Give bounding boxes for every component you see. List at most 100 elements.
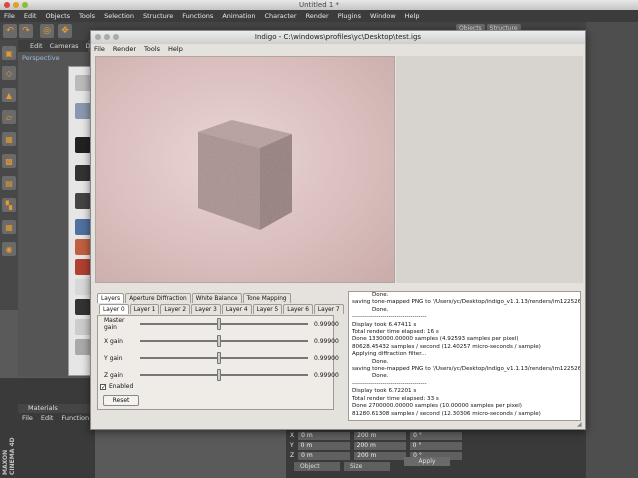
log-line: Done 2700000.00000 samples (10.00000 sam… — [352, 403, 522, 410]
size-y-field[interactable]: 200 m — [353, 441, 406, 450]
menu-help[interactable]: Help — [168, 45, 183, 53]
host-menu-character[interactable]: Character — [264, 12, 296, 20]
home-icon[interactable] — [75, 239, 91, 255]
log-line: Display took 6.72201 s — [352, 388, 417, 395]
enabled-checkbox[interactable]: ✓ — [100, 383, 106, 390]
tab-layer-3[interactable]: Layer 3 — [191, 304, 221, 314]
device-icon[interactable] — [75, 165, 91, 181]
z-gain-slider[interactable] — [140, 369, 308, 381]
music-icon[interactable] — [75, 319, 91, 335]
indigo-title-bar[interactable]: Indigo - C:\windows\profiles\yc\Desktop\… — [91, 31, 585, 44]
host-menu-render[interactable]: Render — [306, 12, 329, 20]
tab-layers[interactable]: Layers — [97, 293, 125, 303]
render-view[interactable] — [95, 56, 395, 283]
snap-tool-icon[interactable]: ◉ — [2, 242, 16, 256]
pos-z-field[interactable]: 0 m — [298, 451, 351, 460]
menu-render[interactable]: Render — [113, 45, 136, 53]
main-tabs: Layers Aperture Diffraction White Balanc… — [97, 293, 291, 303]
rot-h-field[interactable]: 0 ° — [410, 431, 463, 440]
pos-y-field[interactable]: 0 m — [297, 441, 350, 450]
tab-aperture-diffraction[interactable]: Aperture Diffraction — [125, 293, 191, 303]
master-gain-slider[interactable] — [140, 318, 308, 330]
move-icon[interactable]: ✥ — [58, 24, 72, 38]
minimize-dot-icon[interactable] — [104, 34, 110, 40]
font-icon[interactable] — [75, 259, 91, 275]
slider-thumb[interactable] — [217, 352, 222, 364]
menu-tools[interactable]: Tools — [144, 45, 160, 53]
speaker-icon[interactable] — [75, 137, 91, 153]
size-z-field[interactable]: 200 m — [354, 451, 407, 460]
movie-icon[interactable] — [75, 299, 91, 315]
host-menu-window[interactable]: Window — [370, 12, 396, 20]
apply-button[interactable]: Apply — [404, 457, 450, 466]
texture-tool-icon[interactable]: ▩ — [2, 154, 16, 168]
document-icon[interactable] — [75, 279, 91, 295]
globe-icon[interactable] — [75, 103, 91, 119]
tab-layer-4[interactable]: Layer 4 — [221, 304, 252, 314]
points-tool-icon[interactable]: ▲ — [2, 88, 16, 102]
host-menu-functions[interactable]: Functions — [182, 12, 213, 20]
model-tool-icon[interactable]: ▣ — [2, 46, 16, 60]
minimize-dot-icon[interactable] — [13, 2, 19, 8]
left-tool-palette: ▣ ◇ ▲ ▱ ▦ ▩ ▤ ▚ ▦ ◉ — [0, 40, 18, 310]
tab-layer-0[interactable]: Layer 0 — [99, 304, 129, 314]
viewport-menu-cameras[interactable]: Cameras — [50, 42, 79, 50]
polygons-tool-icon[interactable]: ▦ — [2, 132, 16, 146]
x-gain-slider[interactable] — [140, 335, 308, 347]
folder-icon[interactable] — [75, 339, 91, 355]
viewport-menu-edit[interactable]: Edit — [30, 42, 43, 50]
calculator-icon[interactable] — [75, 219, 91, 235]
slider-thumb[interactable] — [217, 369, 222, 381]
object-mode-select[interactable]: Object — [294, 462, 340, 471]
host-menu-plugins[interactable]: Plugins — [338, 12, 361, 20]
materials-menu-function[interactable]: Function — [61, 414, 89, 422]
tab-layer-7[interactable]: Layer 7 — [313, 304, 344, 314]
materials-menu-edit[interactable]: Edit — [41, 414, 54, 422]
edges-tool-icon[interactable]: ▱ — [2, 110, 16, 124]
slider-thumb[interactable] — [217, 318, 222, 330]
tab-layer-6[interactable]: Layer 6 — [283, 304, 313, 314]
zoom-dot-icon[interactable] — [113, 34, 119, 40]
host-menu-selection[interactable]: Selection — [104, 12, 134, 20]
materials-title: Materials — [18, 404, 94, 413]
tab-layer-2[interactable]: Layer 2 — [160, 304, 191, 314]
host-menu-help[interactable]: Help — [405, 12, 420, 20]
host-menu-tools[interactable]: Tools — [79, 12, 95, 20]
grid-tool-icon[interactable]: ▦ — [2, 220, 16, 234]
log-line: Done. — [372, 292, 389, 298]
tab-layer-1[interactable]: Layer 1 — [129, 304, 160, 314]
disk-icon[interactable] — [75, 75, 91, 91]
close-dot-icon[interactable] — [95, 34, 101, 40]
redo-icon[interactable]: ↷ — [19, 24, 33, 38]
tab-layer-5[interactable]: Layer 5 — [252, 304, 283, 314]
close-dot-icon[interactable] — [4, 2, 10, 8]
workplane-tool-icon[interactable]: ▤ — [2, 176, 16, 190]
checker-tool-icon[interactable]: ▚ — [2, 198, 16, 212]
menu-file[interactable]: File — [94, 45, 105, 53]
zoom-dot-icon[interactable] — [22, 2, 28, 8]
log-line: ------------------------------------- — [352, 380, 427, 387]
host-menu-objects[interactable]: Objects — [45, 12, 70, 20]
render-log[interactable]: Done. saving tone-mapped PNG to '/Users/y… — [348, 291, 581, 421]
object-tool-icon[interactable]: ◇ — [2, 66, 16, 80]
host-menu-animation[interactable]: Animation — [222, 12, 255, 20]
size-x-field[interactable]: 200 m — [354, 431, 407, 440]
host-menu-structure[interactable]: Structure — [143, 12, 173, 20]
viewport-menu: Edit Cameras Disp — [18, 40, 100, 52]
slider-thumb[interactable] — [217, 335, 222, 347]
rot-p-field[interactable]: 0 ° — [409, 441, 462, 450]
size-mode-select[interactable]: Size — [344, 462, 390, 471]
undo-icon[interactable]: ↶ — [3, 24, 17, 38]
enabled-checkbox-row[interactable]: ✓ Enabled — [100, 383, 133, 390]
device-icon[interactable] — [75, 193, 91, 209]
tab-tone-mapping[interactable]: Tone Mapping — [242, 293, 291, 303]
resize-grip-icon[interactable]: ◢ — [577, 421, 585, 429]
y-gain-slider[interactable] — [140, 352, 308, 364]
reset-button[interactable]: Reset — [103, 395, 139, 406]
pos-x-field[interactable]: 0 m — [298, 431, 351, 440]
live-select-icon[interactable]: ◎ — [40, 24, 54, 38]
materials-menu-file[interactable]: File — [22, 414, 33, 422]
tab-white-balance[interactable]: White Balance — [191, 293, 242, 303]
host-menu-edit[interactable]: Edit — [24, 12, 37, 20]
host-menu-file[interactable]: File — [4, 12, 15, 20]
